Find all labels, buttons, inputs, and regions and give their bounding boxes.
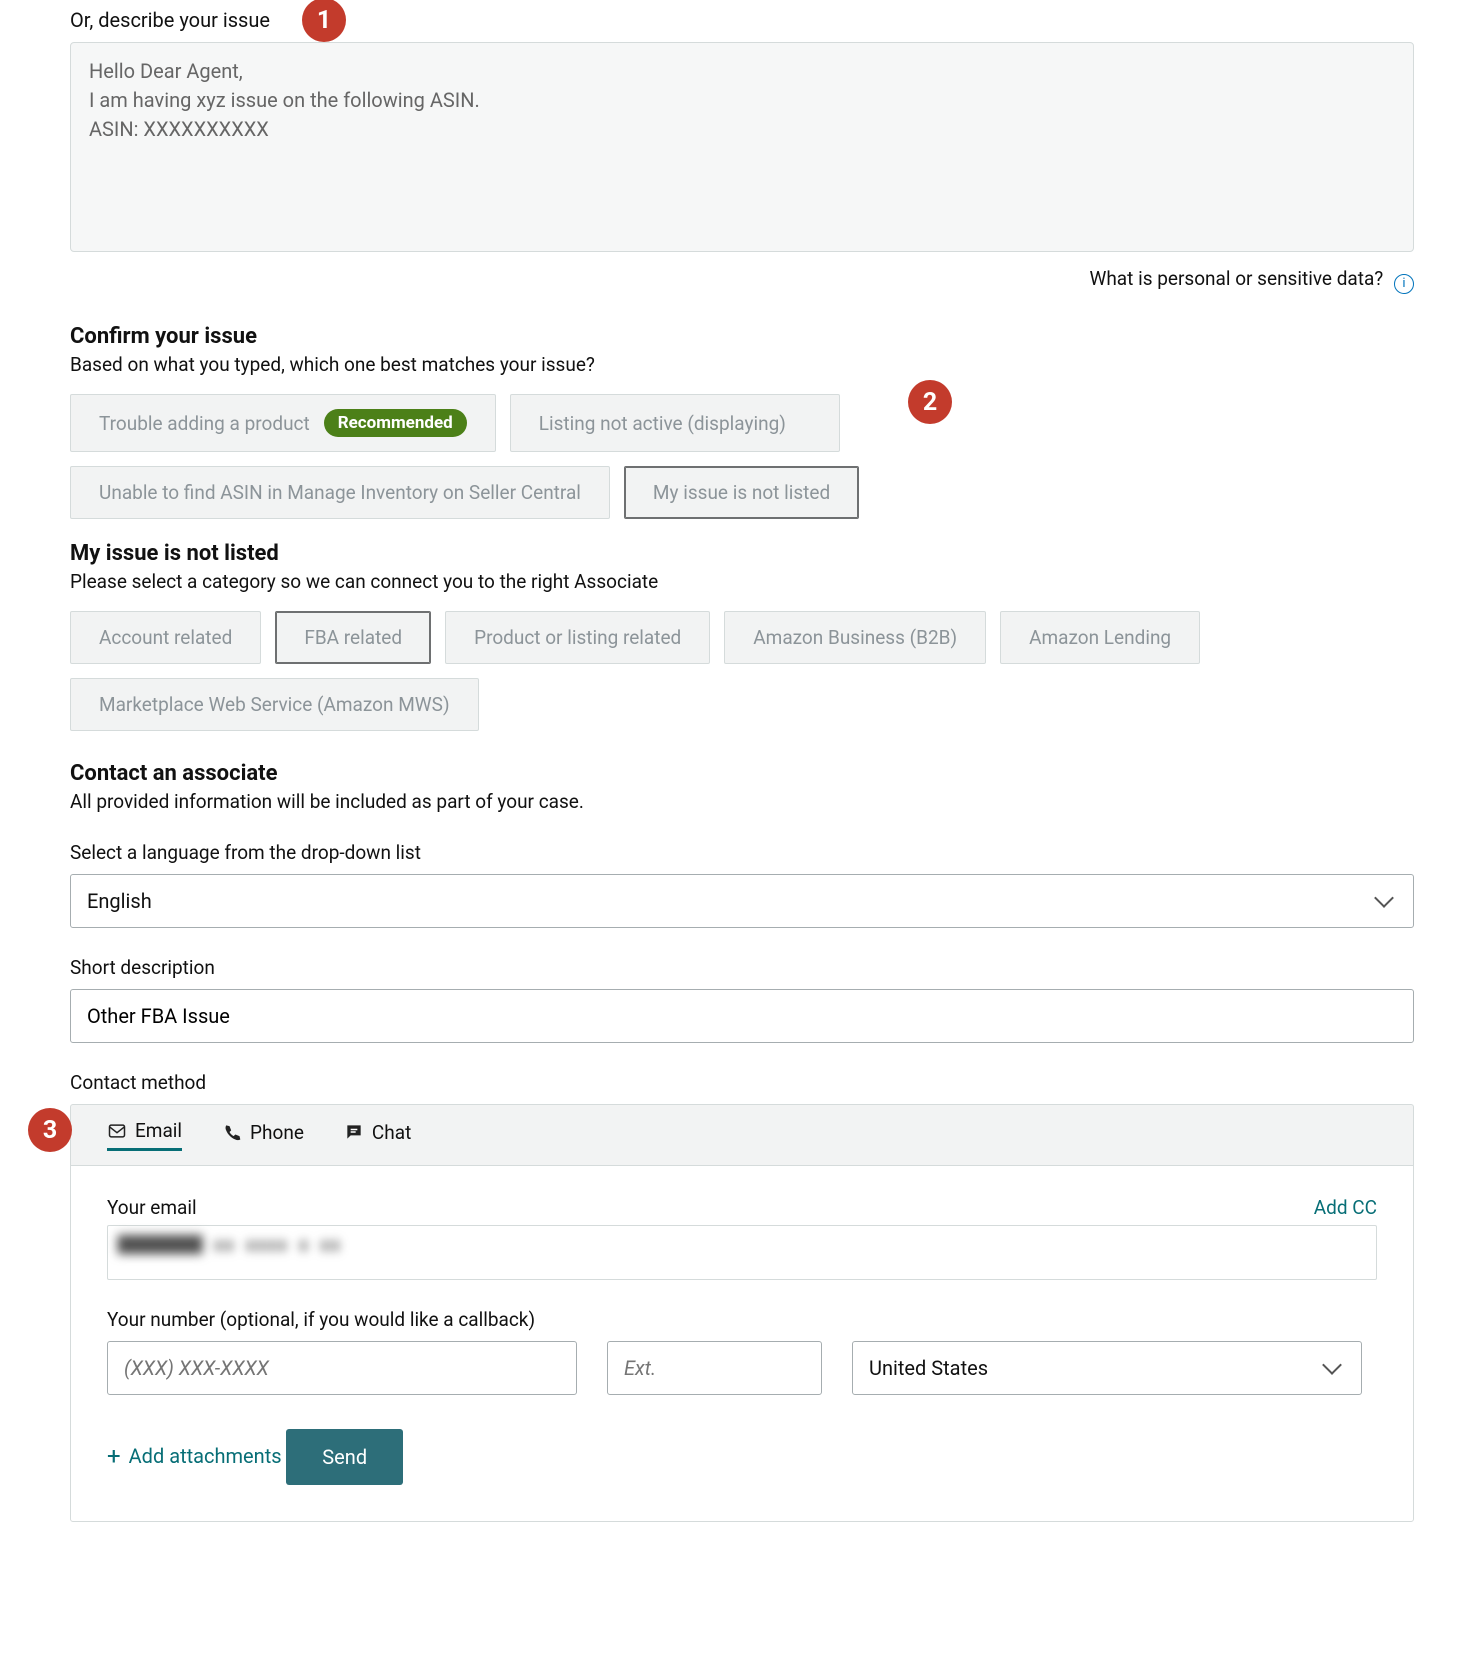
ext-input[interactable] xyxy=(607,1341,822,1395)
cat-label: FBA related xyxy=(304,626,402,649)
tab-label: Chat xyxy=(372,1121,411,1144)
your-number-label: Your number (optional, if you would like… xyxy=(107,1308,1377,1331)
cat-fba-related[interactable]: FBA related xyxy=(275,611,431,664)
contact-method-tabs: Email Phone Chat xyxy=(70,1104,1414,1165)
cat-amazon-business[interactable]: Amazon Business (B2B) xyxy=(724,611,986,664)
issue-option-label: Trouble adding a product xyxy=(99,412,310,435)
issue-option-not-listed[interactable]: My issue is not listed xyxy=(624,466,859,519)
chevron-down-icon xyxy=(1374,888,1394,908)
phone-input[interactable] xyxy=(107,1341,577,1395)
send-button[interactable]: Send xyxy=(286,1429,403,1485)
cat-label: Account related xyxy=(99,626,232,649)
add-attachments-label: Add attachments xyxy=(129,1444,282,1468)
recommended-badge: Recommended xyxy=(324,409,467,437)
confirm-heading: Confirm your issue xyxy=(70,324,1414,349)
cat-mws[interactable]: Marketplace Web Service (Amazon MWS) xyxy=(70,678,479,731)
language-select[interactable]: English xyxy=(70,874,1414,928)
cat-amazon-lending[interactable]: Amazon Lending xyxy=(1000,611,1200,664)
chat-icon xyxy=(344,1122,364,1142)
tab-email[interactable]: Email xyxy=(107,1119,182,1151)
country-select[interactable]: United States xyxy=(852,1341,1362,1395)
contact-heading: Contact an associate xyxy=(70,761,1414,786)
annotation-badge-2: 2 xyxy=(908,380,952,424)
add-attachments-link[interactable]: + Add attachments xyxy=(107,1444,282,1468)
cat-product-listing[interactable]: Product or listing related xyxy=(445,611,710,664)
issue-option-label: Unable to find ASIN in Manage Inventory … xyxy=(99,481,581,504)
issue-option-label: Listing not active (displaying) xyxy=(539,412,786,435)
chevron-down-icon xyxy=(1322,1355,1342,1375)
your-email-label: Your email xyxy=(107,1196,197,1219)
cat-account-related[interactable]: Account related xyxy=(70,611,261,664)
email-icon xyxy=(107,1121,127,1141)
short-desc-label: Short description xyxy=(70,956,1414,979)
issue-option-label: My issue is not listed xyxy=(653,481,830,504)
notlisted-heading: My issue is not listed xyxy=(70,541,1414,566)
issue-option-trouble-adding[interactable]: Trouble adding a product Recommended xyxy=(70,394,496,452)
annotation-badge-3: 3 xyxy=(28,1108,72,1152)
email-input[interactable]: ████████ ▮▮ ▮▮▮▮ ▮ ▮▮ xyxy=(107,1225,1377,1280)
tab-label: Email xyxy=(135,1119,182,1142)
plus-icon: + xyxy=(107,1444,121,1468)
cat-label: Product or listing related xyxy=(474,626,681,649)
contact-subtext: All provided information will be include… xyxy=(70,790,1414,813)
notlisted-subtext: Please select a category so we can conne… xyxy=(70,570,1414,593)
contact-method-panel: Your email Add CC ████████ ▮▮ ▮▮▮▮ ▮ ▮▮ … xyxy=(70,1165,1414,1522)
info-icon[interactable]: i xyxy=(1394,274,1414,294)
confirm-subtext: Based on what you typed, which one best … xyxy=(70,353,1414,376)
issue-option-listing-not-active[interactable]: Listing not active (displaying) xyxy=(510,394,840,452)
cat-label: Marketplace Web Service (Amazon MWS) xyxy=(99,693,450,716)
language-value: English xyxy=(87,889,152,913)
country-value: United States xyxy=(869,1356,988,1380)
add-cc-link[interactable]: Add CC xyxy=(1314,1196,1377,1219)
short-desc-input[interactable] xyxy=(70,989,1414,1043)
cat-label: Amazon Business (B2B) xyxy=(753,626,957,649)
language-label: Select a language from the drop-down lis… xyxy=(70,841,1414,864)
annotation-badge-1: 1 xyxy=(302,0,346,42)
cat-label: Amazon Lending xyxy=(1029,626,1171,649)
describe-issue-textarea[interactable] xyxy=(70,42,1414,252)
tab-chat[interactable]: Chat xyxy=(344,1119,411,1151)
tab-phone[interactable]: Phone xyxy=(222,1119,304,1151)
contact-method-label: Contact method xyxy=(70,1071,1414,1094)
describe-label: Or, describe your issue xyxy=(70,8,1414,32)
email-value-redacted: ████████ ▮▮ ▮▮▮▮ ▮ ▮▮ xyxy=(118,1235,341,1254)
phone-icon xyxy=(222,1122,242,1142)
tab-label: Phone xyxy=(250,1121,304,1144)
issue-option-unable-find-asin[interactable]: Unable to find ASIN in Manage Inventory … xyxy=(70,466,610,519)
sensitive-data-link[interactable]: What is personal or sensitive data? xyxy=(1089,267,1383,290)
